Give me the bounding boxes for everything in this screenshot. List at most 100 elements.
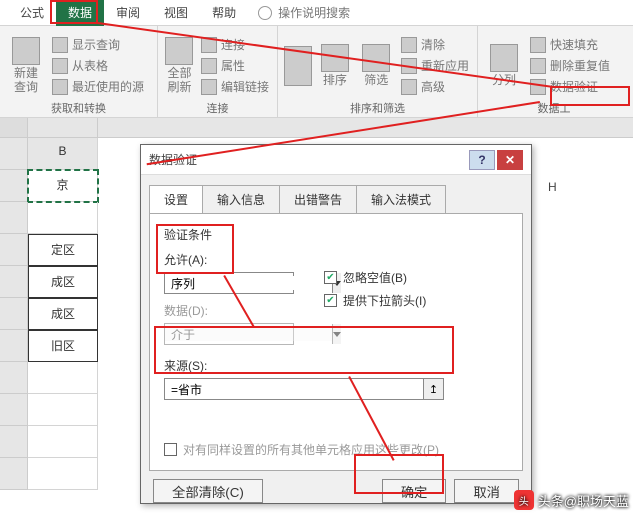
filter-button[interactable]: 筛选 — [358, 30, 395, 101]
sort2-icon — [321, 44, 349, 72]
cell[interactable] — [28, 362, 98, 394]
row-header[interactable] — [0, 202, 28, 234]
group-label-3: 排序和筛选 — [278, 100, 477, 116]
tell-me-search[interactable]: 操作说明搜索 — [258, 4, 350, 21]
group-connections: 全部 刷新 连接 属性 编辑链接 连接 — [158, 26, 278, 117]
recent-sources-label: 最近使用的源 — [72, 78, 144, 95]
row-header[interactable] — [0, 138, 28, 170]
clear-all-button[interactable]: 全部清除(C) — [153, 479, 263, 503]
advanced-button[interactable]: 高级 — [399, 77, 471, 96]
cell[interactable]: 成区 — [28, 298, 98, 330]
row-header[interactable] — [0, 234, 28, 266]
query-icon — [12, 37, 40, 65]
row-header[interactable] — [0, 330, 28, 362]
dialog-tab-ime[interactable]: 输入法模式 — [356, 185, 446, 213]
remove-duplicates-button[interactable]: 删除重复值 — [528, 56, 612, 75]
properties-label: 属性 — [221, 57, 245, 74]
ignore-blank-label: 忽略空值(B) — [343, 269, 407, 286]
sort-button[interactable]: 排序 — [316, 30, 353, 101]
row-header[interactable] — [0, 426, 28, 458]
connections-label: 连接 — [221, 36, 245, 53]
reapply-button[interactable]: 重新应用 — [399, 56, 471, 75]
dropdown-arrow-checkbox[interactable]: ✔提供下拉箭头(I) — [324, 292, 426, 309]
select-all-corner[interactable] — [0, 118, 28, 137]
cell[interactable] — [28, 394, 98, 426]
ok-button[interactable]: 确定 — [382, 479, 447, 503]
data-input — [165, 327, 332, 341]
advanced-label: 高级 — [421, 78, 445, 95]
filter-icon — [362, 44, 390, 72]
text-to-columns-label: 分列 — [492, 74, 516, 87]
text-to-columns-button[interactable]: 分列 — [484, 30, 524, 101]
row-header[interactable] — [0, 458, 28, 490]
data-dropdown-button — [332, 324, 341, 344]
tab-formulas[interactable]: 公式 — [8, 0, 56, 26]
cell[interactable]: 京 — [28, 170, 98, 202]
recent-sources-button[interactable]: 最近使用的源 — [50, 77, 146, 96]
flash-fill-button[interactable]: 快速填充 — [528, 35, 612, 54]
cell[interactable] — [28, 202, 98, 234]
refresh-all-label: 全部 刷新 — [167, 67, 191, 93]
watermark-icon: 头 — [514, 490, 534, 510]
clear-filter-label: 清除 — [421, 36, 445, 53]
tab-help[interactable]: 帮助 — [200, 0, 248, 26]
dialog-tab-input-msg[interactable]: 输入信息 — [202, 185, 280, 213]
dialog-help-button[interactable]: ? — [469, 150, 495, 170]
row-header[interactable] — [0, 298, 28, 330]
group-label-4: 数据工 — [478, 100, 630, 116]
group-data-tools: 分列 快速填充 删除重复值 数据验证 数据工 — [478, 26, 630, 117]
properties-button[interactable]: 属性 — [199, 56, 271, 75]
col-header-h[interactable]: H — [548, 180, 557, 194]
data-validation-dialog: 数据验证 ? ✕ 设置 输入信息 出错警告 输入法模式 验证条件 允许(A): … — [140, 144, 532, 504]
refresh-all-button[interactable]: 全部 刷新 — [164, 30, 195, 101]
from-table-button[interactable]: 从表格 — [50, 56, 146, 75]
watermark-text: 头条@职场天蓝 — [538, 491, 629, 510]
sort-az-button[interactable] — [284, 30, 312, 101]
cell[interactable]: 成区 — [28, 266, 98, 298]
clear-filter-button[interactable]: 清除 — [399, 35, 471, 54]
data-validation-button[interactable]: 数据验证 — [528, 77, 612, 96]
validation-icon — [530, 79, 546, 95]
apply-all-checkbox[interactable]: ✔对有同样设置的所有其他单元格应用这些更改(P) — [164, 441, 439, 458]
advanced-icon — [401, 79, 417, 95]
cell[interactable] — [28, 458, 98, 490]
clear-icon — [401, 37, 417, 53]
tell-me-label: 操作说明搜索 — [278, 4, 350, 21]
tab-review[interactable]: 审阅 — [104, 0, 152, 26]
source-label: 来源(S): — [164, 357, 508, 374]
group-sort-filter: 排序 筛选 清除 重新应用 高级 排序和筛选 — [278, 26, 478, 117]
connections-button[interactable]: 连接 — [199, 35, 271, 54]
dialog-tab-settings[interactable]: 设置 — [149, 185, 203, 213]
refresh-icon — [165, 37, 193, 65]
edit-links-button[interactable]: 编辑链接 — [199, 77, 271, 96]
reapply-label: 重新应用 — [421, 57, 469, 74]
from-table-icon — [52, 58, 68, 74]
tab-data[interactable]: 数据 — [56, 0, 104, 26]
show-queries-button[interactable]: 显示查询 — [50, 35, 146, 54]
tab-view[interactable]: 视图 — [152, 0, 200, 26]
row-header[interactable] — [0, 394, 28, 426]
source-input[interactable] — [165, 379, 423, 399]
allow-combo[interactable] — [164, 272, 294, 294]
col-header[interactable] — [28, 118, 98, 137]
ignore-blank-checkbox[interactable]: ✔ 忽略空值(B) — [324, 269, 426, 286]
cell[interactable]: 定区 — [28, 234, 98, 266]
row-header[interactable] — [0, 170, 28, 202]
dialog-tab-error[interactable]: 出错警告 — [279, 185, 357, 213]
allow-input[interactable] — [165, 276, 332, 290]
cell[interactable]: 旧区 — [28, 330, 98, 362]
cell-header-b[interactable]: B — [28, 138, 98, 170]
checkbox-icon: ✔ — [324, 271, 337, 284]
range-picker-button[interactable]: ↥ — [423, 379, 443, 399]
row-header[interactable] — [0, 266, 28, 298]
bulb-icon — [258, 6, 272, 20]
cancel-button[interactable]: 取消 — [454, 479, 519, 503]
edit-links-icon — [201, 79, 217, 95]
dialog-tabs: 设置 输入信息 出错警告 输入法模式 — [149, 185, 523, 213]
cell[interactable] — [28, 426, 98, 458]
properties-icon — [201, 58, 217, 74]
dialog-close-button[interactable]: ✕ — [497, 150, 523, 170]
row-header[interactable] — [0, 362, 28, 394]
dialog-titlebar[interactable]: 数据验证 ? ✕ — [141, 145, 531, 175]
new-query-button[interactable]: 新建 查询 — [6, 30, 46, 101]
